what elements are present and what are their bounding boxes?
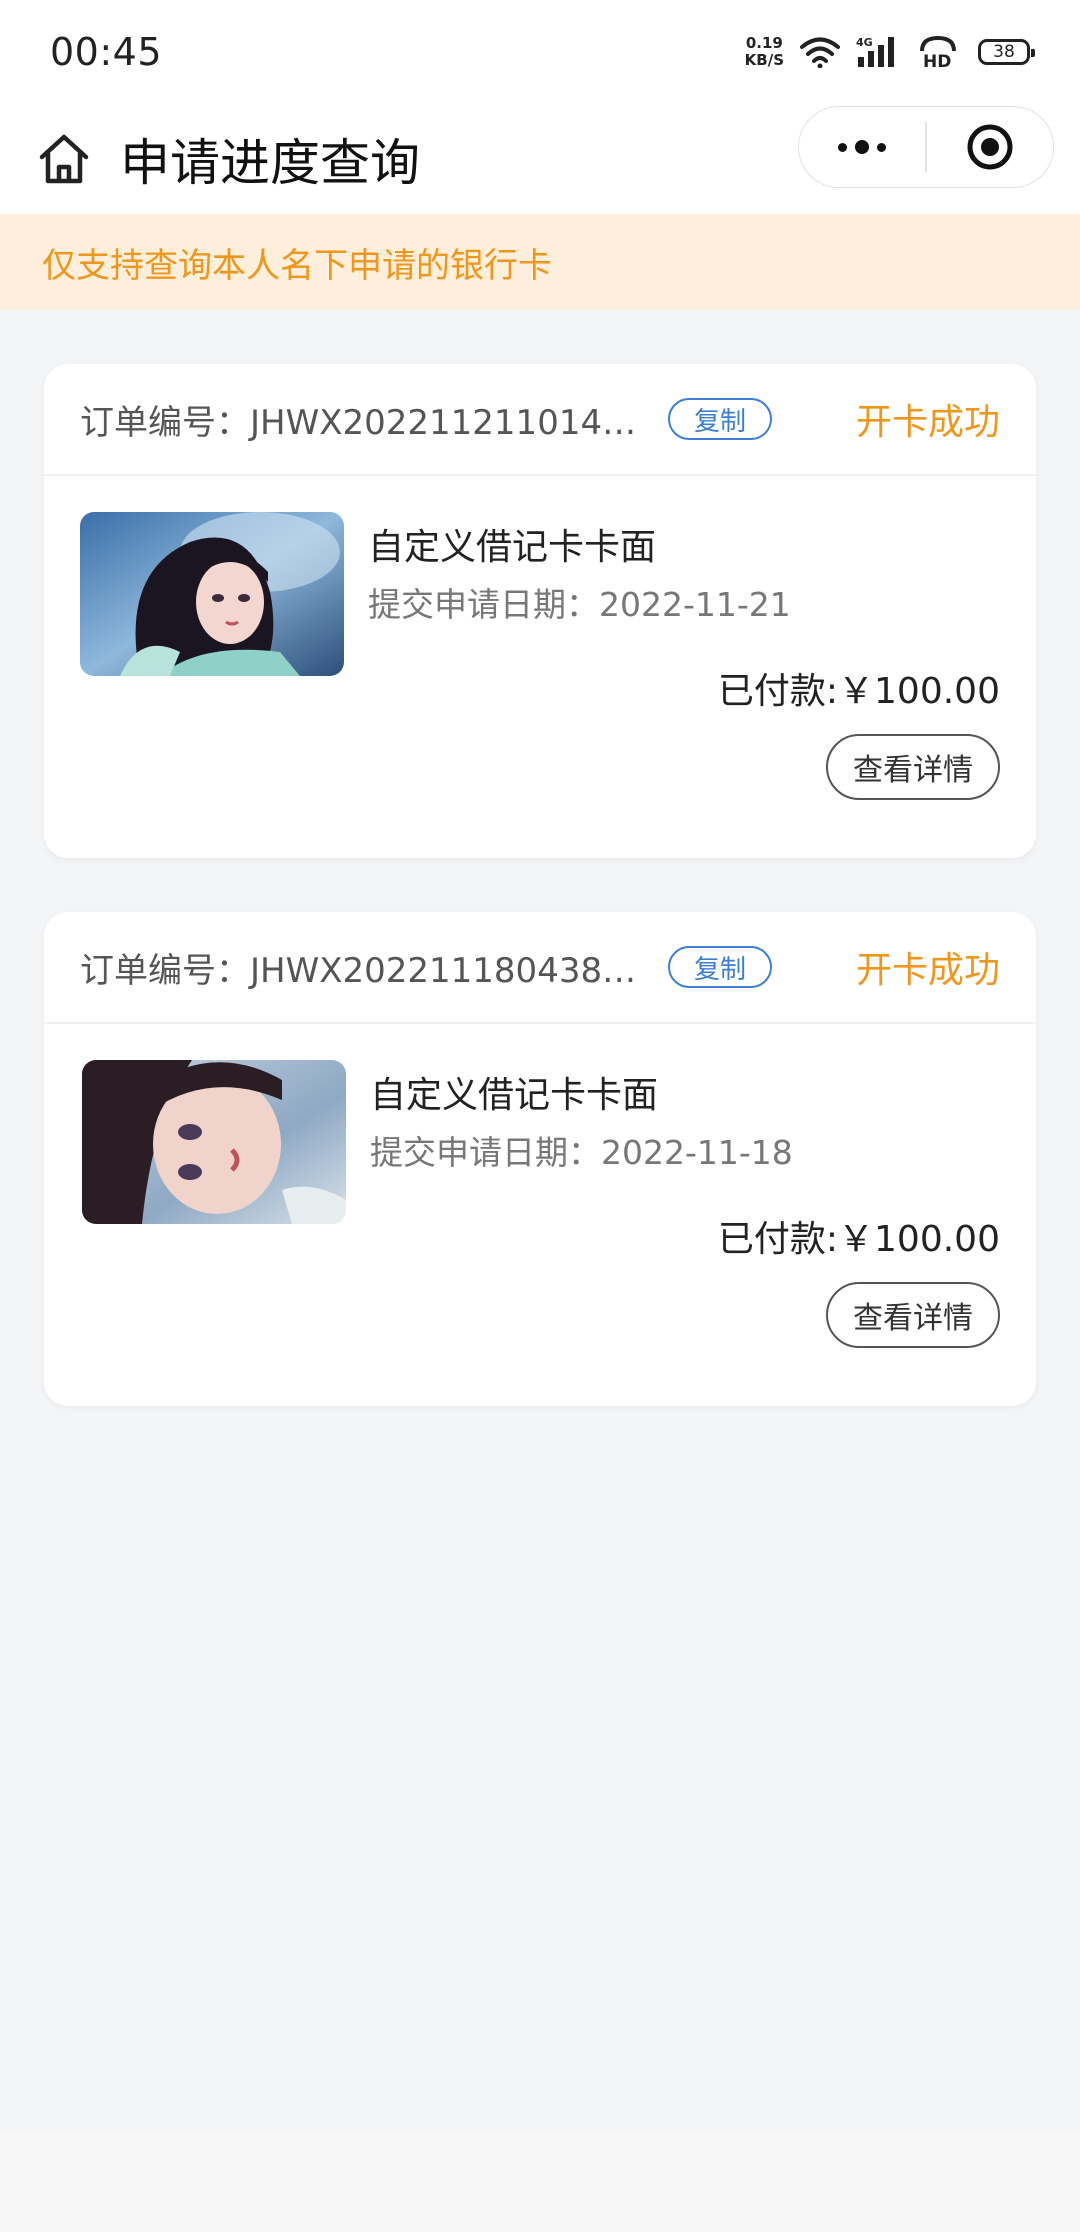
card-face-thumbnail: [82, 1060, 346, 1224]
order-card-body: 自定义借记卡卡面 提交申请日期：2022-11-18 已付款:￥100.00 查…: [44, 1024, 1036, 1406]
home-icon[interactable]: [36, 131, 92, 187]
status-time: 00:45: [50, 30, 163, 74]
order-number: 订单编号：JHWX20221118043819…: [80, 950, 650, 991]
hd-label: HD: [923, 52, 951, 69]
more-dots-icon: [838, 140, 887, 154]
bottom-safe-area: [0, 2132, 1080, 2232]
more-button[interactable]: [799, 107, 925, 187]
submission-date: 提交申请日期：2022-11-21: [368, 585, 791, 624]
paid-amount: 已付款:￥100.00: [717, 1219, 1000, 1260]
view-details-button[interactable]: 查看详情: [826, 734, 1000, 800]
notice-text: 仅支持查询本人名下申请的银行卡: [42, 245, 552, 286]
order-status: 开卡成功: [855, 402, 1000, 443]
order-status: 开卡成功: [855, 950, 1000, 991]
order-card: 订单编号：JHWX20221118043819… 复制 开卡成功 自定义借记卡卡…: [44, 912, 1036, 1406]
notice-banner: 仅支持查询本人名下申请的银行卡: [0, 214, 1080, 310]
signal-label: 4G: [856, 36, 873, 49]
order-number: 订单编号：JHWX20221121101407…: [80, 402, 650, 443]
mini-program-capsule: [798, 106, 1054, 188]
card-product-title: 自定义借记卡卡面: [370, 1075, 659, 1116]
copy-button[interactable]: 复制: [668, 398, 772, 440]
order-card-header: 订单编号：JHWX20221118043819… 复制 开卡成功: [44, 912, 1036, 1024]
net-speed: 0.19 KB/S: [745, 35, 784, 69]
submission-date: 提交申请日期：2022-11-18: [370, 1133, 793, 1172]
battery-level: 38: [993, 42, 1015, 62]
order-card-body: 自定义借记卡卡面 提交申请日期：2022-11-21 已付款:￥100.00 查…: [44, 476, 1036, 858]
page-title: 申请进度查询: [120, 134, 420, 192]
nav-bar: 申请进度查询: [0, 104, 1080, 214]
hd-call-icon: HD: [918, 35, 958, 69]
wifi-icon: [800, 36, 840, 68]
paid-amount: 已付款:￥100.00: [717, 671, 1000, 712]
close-button[interactable]: [927, 107, 1053, 187]
order-card-header: 订单编号：JHWX20221121101407… 复制 开卡成功: [44, 364, 1036, 476]
copy-button[interactable]: 复制: [668, 946, 772, 988]
view-details-button[interactable]: 查看详情: [826, 1282, 1000, 1348]
net-speed-unit: KB/S: [744, 51, 784, 69]
card-product-title: 自定义借记卡卡面: [368, 527, 657, 568]
status-bar: 00:45 0.19 KB/S 4G HD 38: [0, 0, 1080, 104]
target-close-icon: [967, 124, 1013, 170]
battery-icon: 38: [978, 39, 1035, 65]
status-icons: 0.19 KB/S 4G HD 38: [745, 35, 1035, 69]
net-speed-value: 0.19: [745, 34, 783, 52]
order-card: 订单编号：JHWX20221121101407… 复制 开卡成功 自定义借记卡卡…: [44, 364, 1036, 858]
cellular-signal-icon: 4G: [856, 35, 902, 69]
card-face-thumbnail: [80, 512, 344, 676]
